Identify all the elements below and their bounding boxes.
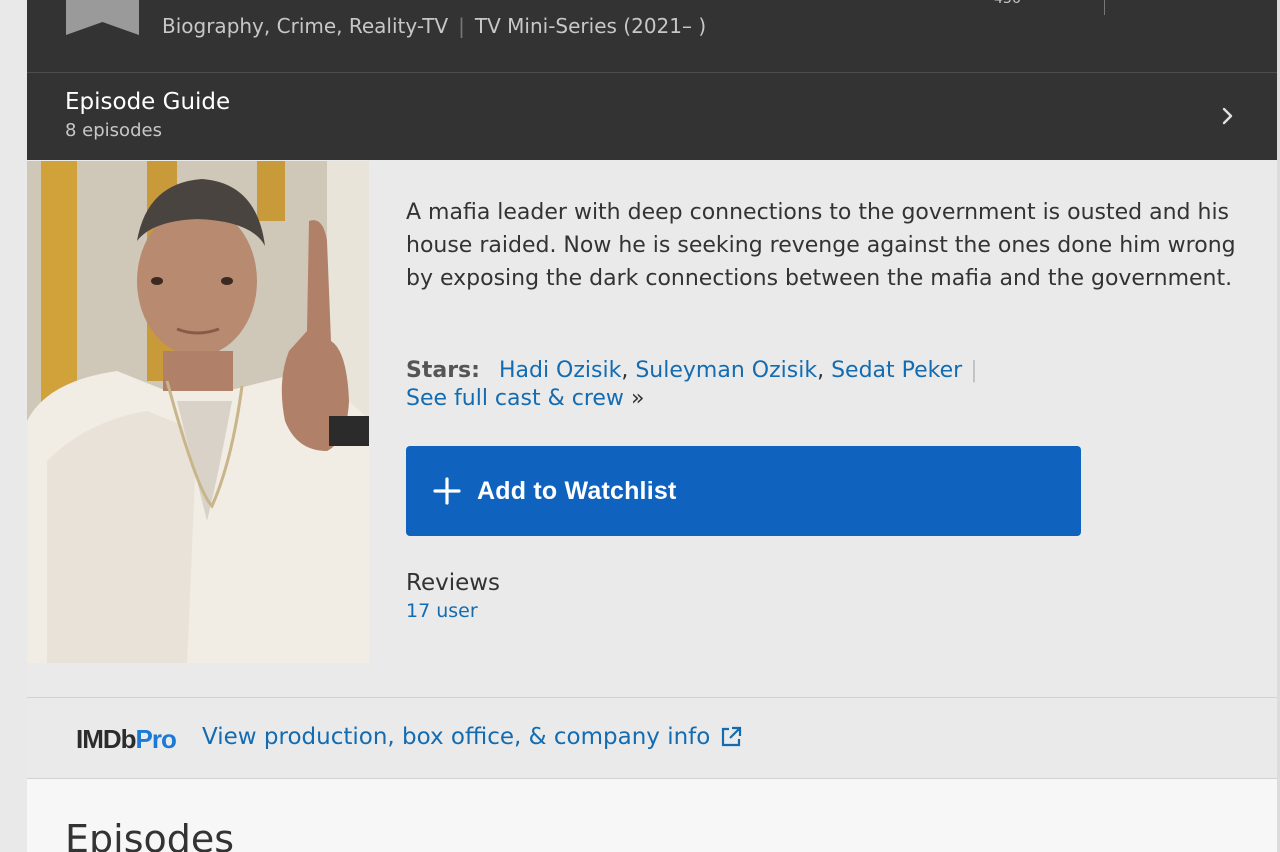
episode-guide-link[interactable]: Episode Guide 8 episodes: [27, 73, 1277, 160]
rating-count-partial: 436: [994, 0, 1021, 7]
full-cast-link[interactable]: See full cast & crew: [406, 386, 624, 411]
imdbpro-bar: IMDbPro View production, box office, & c…: [27, 697, 1277, 779]
chevron-right-icon: [1222, 107, 1233, 125]
external-link-icon: [722, 726, 742, 747]
genre-reality-tv[interactable]: Reality-TV: [349, 14, 448, 38]
add-to-watchlist-button[interactable]: Add to Watchlist: [406, 446, 1081, 536]
imdbpro-logo[interactable]: IMDbPro: [76, 724, 177, 755]
plus-icon: [433, 477, 461, 505]
reviews-title: Reviews: [406, 570, 501, 596]
plot-summary: A mafia leader with deep connections to …: [406, 200, 1236, 291]
episodes-section: Episodes: [27, 779, 1277, 852]
star-link-sedat-peker[interactable]: Sedat Peker: [831, 358, 962, 383]
series-type: TV Mini-Series (2021– ): [474, 14, 707, 38]
watchlist-button-label: Add to Watchlist: [477, 476, 677, 505]
full-cast-arrow: »: [630, 386, 645, 411]
imdbpro-logo-pro: Pro: [135, 724, 177, 754]
episode-count: 8 episodes: [65, 120, 162, 141]
episodes-heading: Episodes: [65, 817, 235, 852]
episode-guide-title: Episode Guide: [65, 89, 231, 115]
imdbpro-company-info-link[interactable]: View production, box office, & company i…: [202, 724, 742, 750]
title-page: Biography, Crime, Reality-TV | TV Mini-Ser…: [27, 0, 1277, 852]
imdbpro-link-text: View production, box office, & company i…: [202, 724, 711, 750]
credits-separator: |: [970, 358, 978, 383]
genre-crime[interactable]: Crime: [277, 14, 337, 38]
genre-separator: |: [458, 14, 465, 38]
user-reviews-link[interactable]: 17 user: [406, 600, 478, 622]
imdbpro-logo-imdb: IMDb: [76, 724, 137, 754]
star-link-suleyman-ozisik[interactable]: Suleyman Ozisik: [635, 358, 817, 383]
title-header-bar: Biography, Crime, Reality-TV | TV Mini-Ser…: [27, 0, 1277, 73]
header-divider: [1104, 0, 1105, 15]
genre-biography[interactable]: Biography: [162, 14, 264, 38]
poster-image[interactable]: [27, 161, 369, 663]
poster-photo: [27, 161, 369, 663]
star-link-hadi-ozisik[interactable]: Hadi Ozisik: [499, 358, 621, 383]
stars-credits: Stars: Hadi Ozisik, Suleyman Ozisik, Sed…: [406, 358, 978, 411]
left-gutter: [0, 0, 27, 852]
stars-label: Stars:: [406, 358, 480, 383]
genre-line: Biography, Crime, Reality-TV | TV Mini-Ser…: [162, 14, 707, 38]
bookmark-ribbon-icon[interactable]: [66, 0, 139, 35]
